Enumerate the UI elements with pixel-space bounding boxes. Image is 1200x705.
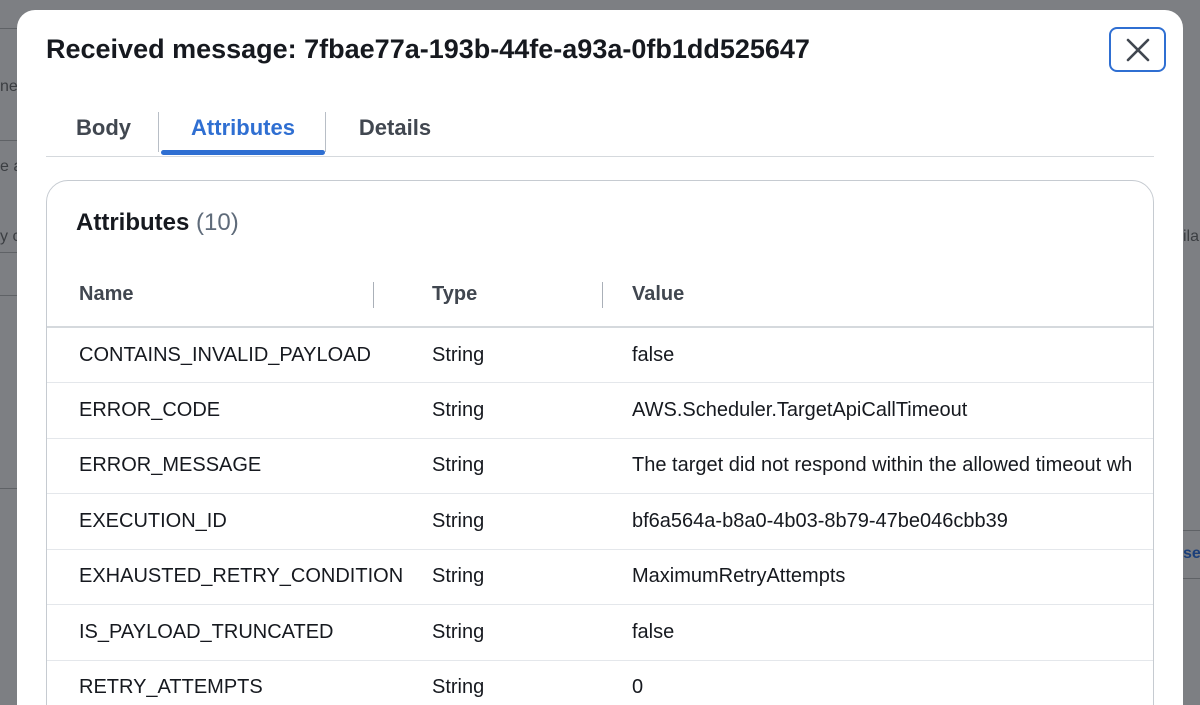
background-text: e a <box>0 158 17 175</box>
background-divider <box>1183 578 1200 579</box>
attributes-table: Name Type Value CONTAINS_INVALID_PAYLOAD… <box>47 263 1153 705</box>
close-button[interactable] <box>1109 27 1166 72</box>
tab-divider <box>158 112 159 152</box>
attribute-value: The target did not respond within the al… <box>632 438 1153 494</box>
table-row: IS_PAYLOAD_TRUNCATED String false <box>47 604 1153 661</box>
close-icon <box>1126 38 1149 61</box>
background-divider <box>0 28 17 29</box>
attribute-name: IS_PAYLOAD_TRUNCATED <box>47 604 432 661</box>
attribute-value: MaximumRetryAttempts <box>632 549 1153 605</box>
attribute-value: 0 <box>632 660 1153 705</box>
attribute-value: AWS.Scheduler.TargetApiCallTimeout <box>632 382 1153 439</box>
attribute-name: EXHAUSTED_RETRY_CONDITION <box>47 549 432 605</box>
attribute-value: false <box>632 327 1153 383</box>
table-row: RETRY_ATTEMPTS String 0 <box>47 660 1153 705</box>
tab-attributes[interactable]: Attributes <box>161 100 325 156</box>
table-row: EXECUTION_ID String bf6a564a-b8a0-4b03-8… <box>47 493 1153 550</box>
column-header-value[interactable]: Value <box>632 263 1153 328</box>
attribute-name: ERROR_CODE <box>47 382 432 439</box>
background-button-text: se <box>1183 545 1200 562</box>
tab-bar: Body Attributes Details <box>46 100 1154 157</box>
attributes-panel: Attributes (10) Name Type Value CONTAINS… <box>46 180 1154 705</box>
column-header-type[interactable]: Type <box>432 263 632 328</box>
column-header-name[interactable]: Name <box>47 263 432 328</box>
active-tab-indicator <box>161 150 325 155</box>
column-resize-handle[interactable] <box>602 282 603 308</box>
attribute-type: String <box>432 493 632 550</box>
column-header-label: Name <box>79 283 134 305</box>
attribute-type: String <box>432 549 632 605</box>
table-row: ERROR_CODE String AWS.Scheduler.TargetAp… <box>47 382 1153 439</box>
attribute-type: String <box>432 604 632 661</box>
attribute-type: String <box>432 438 632 494</box>
background-divider <box>1183 530 1200 531</box>
attribute-name: EXECUTION_ID <box>47 493 432 550</box>
attributes-count: (10) <box>196 209 239 236</box>
attributes-heading-label: Attributes <box>76 209 190 236</box>
background-divider <box>0 140 17 141</box>
tab-body[interactable]: Body <box>46 100 161 156</box>
background-text: ila <box>1183 228 1200 245</box>
tab-divider <box>325 112 326 152</box>
column-header-label: Value <box>632 283 685 305</box>
attribute-type: String <box>432 327 632 383</box>
received-message-modal: Received message: 7fbae77a-193b-44fe-a93… <box>17 10 1183 705</box>
attribute-type: String <box>432 382 632 439</box>
background-text: y c <box>0 228 17 245</box>
column-resize-handle[interactable] <box>373 282 374 308</box>
background-divider <box>0 252 17 253</box>
background-divider <box>0 488 17 489</box>
background-text: nes <box>0 78 17 95</box>
table-row: EXHAUSTED_RETRY_CONDITION String Maximum… <box>47 549 1153 605</box>
attribute-name: CONTAINS_INVALID_PAYLOAD <box>47 327 432 383</box>
column-header-label: Type <box>432 283 478 305</box>
table-row: ERROR_MESSAGE String The target did not … <box>47 438 1153 494</box>
attribute-value: false <box>632 604 1153 661</box>
attribute-type: String <box>432 660 632 705</box>
table-header-row: Name Type Value <box>47 263 1153 328</box>
attribute-name: ERROR_MESSAGE <box>47 438 432 494</box>
modal-title: Received message: 7fbae77a-193b-44fe-a93… <box>46 34 810 64</box>
table-row: CONTAINS_INVALID_PAYLOAD String false <box>47 327 1153 383</box>
attribute-name: RETRY_ATTEMPTS <box>47 660 432 705</box>
attribute-value: bf6a564a-b8a0-4b03-8b79-47be046cbb39 <box>632 493 1153 550</box>
tab-details[interactable]: Details <box>332 100 458 156</box>
attributes-heading: Attributes (10) <box>76 209 239 237</box>
background-divider <box>0 295 17 296</box>
